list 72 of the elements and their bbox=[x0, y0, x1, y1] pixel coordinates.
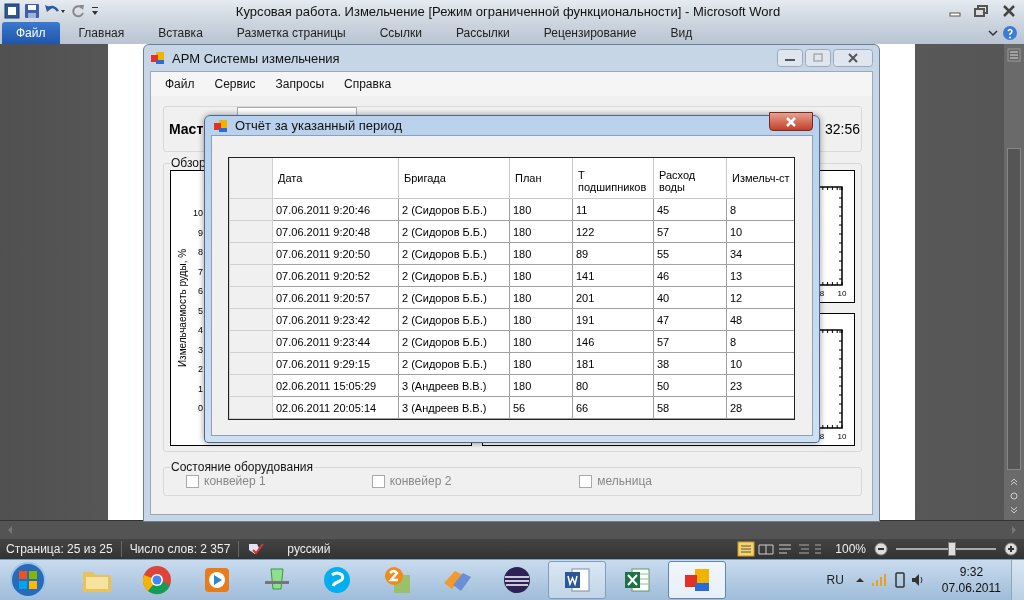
tick-label: 10 bbox=[193, 208, 203, 218]
table-cell: 57 bbox=[653, 220, 727, 243]
window-title: Курсовая работа. Измельчение [Режим ограниченной функциональности] - Microsoft Word bbox=[234, 3, 782, 19]
tick-label: 2 bbox=[198, 364, 203, 374]
table-cell: 56 bbox=[509, 396, 573, 419]
master-label: Маст bbox=[169, 121, 204, 137]
table-cell: 180 bbox=[509, 264, 573, 287]
tick-label: 0 bbox=[198, 403, 203, 413]
table-cell: 07.06.2011 9:29:15 bbox=[272, 352, 399, 375]
window-title: Отчёт за указанный период bbox=[235, 118, 403, 133]
table-cell: 58 bbox=[653, 396, 727, 419]
table-cell: 2 (Сидоров Б.Б.) bbox=[398, 286, 510, 309]
table-cell: 02.06.2011 15:05:29 bbox=[272, 374, 399, 397]
table-cell: 180 bbox=[509, 352, 573, 375]
axis-label: Измельчаемость руды, % bbox=[177, 248, 188, 368]
table-cell: 02.06.2011 20:05:14 bbox=[272, 396, 399, 419]
table-cell: 07.06.2011 9:20:57 bbox=[272, 286, 399, 309]
window-title: АРМ Системы измельчения bbox=[172, 50, 340, 66]
table-cell: 201 bbox=[572, 286, 654, 309]
table-cell: 180 bbox=[509, 286, 573, 309]
table-cell: 80 bbox=[572, 374, 654, 397]
tick-label: 5 bbox=[198, 305, 203, 316]
table-cell: 07.06.2011 9:23:42 bbox=[272, 308, 399, 331]
table-cell: 07.06.2011 9:20:46 bbox=[272, 198, 399, 221]
tick-label: 1 bbox=[198, 383, 203, 394]
table-cell: 2 (Сидоров Б.Б.) bbox=[398, 330, 510, 353]
table-cell: 40 bbox=[653, 286, 727, 309]
table-cell: 66 bbox=[572, 396, 654, 419]
table-cell: 180 bbox=[509, 242, 573, 265]
table-cell: 45 bbox=[653, 198, 727, 221]
table-cell: 180 bbox=[509, 308, 573, 331]
table-cell: 3 (Андреев В.В.) bbox=[398, 396, 510, 419]
table-cell: 57 bbox=[653, 330, 727, 353]
tick-label: 7 bbox=[198, 266, 203, 277]
table-cell: 181 bbox=[572, 352, 654, 375]
group-title: Состояние оборудования bbox=[170, 460, 314, 474]
tick-label: 6 bbox=[198, 286, 203, 296]
table-cell: 2 (Сидоров Б.Б.) bbox=[398, 352, 510, 375]
table-cell: 2 (Сидоров Б.Б.) bbox=[398, 308, 510, 331]
tick-label: 8 bbox=[819, 431, 825, 441]
table-cell: 07.06.2011 9:20:48 bbox=[272, 220, 399, 243]
table-cell: 11 bbox=[572, 198, 654, 221]
table-cell: 89 bbox=[572, 242, 654, 265]
tick-label: 9 bbox=[198, 227, 203, 238]
table-cell: 50 bbox=[653, 374, 727, 397]
table-cell: 07.06.2011 9:23:44 bbox=[272, 330, 399, 353]
table-cell: 2 (Сидоров Б.Б.) bbox=[398, 264, 510, 287]
clock-label: 32:56 bbox=[824, 121, 860, 137]
table-cell: 191 bbox=[572, 308, 654, 331]
table-cell: 55 bbox=[653, 242, 727, 265]
tick-label: 3 bbox=[198, 344, 203, 355]
table-cell: 07.06.2011 9:20:52 bbox=[272, 264, 399, 287]
tick-label: 8 bbox=[819, 288, 825, 298]
table-cell: 2 (Сидоров Б.Б.) bbox=[398, 198, 510, 221]
table-cell: 180 bbox=[509, 220, 573, 243]
table-cell: 122 bbox=[572, 220, 654, 243]
table-cell: 180 bbox=[509, 330, 573, 353]
tick-label: 10 bbox=[837, 431, 847, 441]
table-cell: 46 bbox=[653, 264, 727, 287]
table-cell: 2 (Сидоров Б.Б.) bbox=[398, 242, 510, 265]
table-cell: 180 bbox=[509, 374, 573, 397]
table-cell: 07.06.2011 9:20:50 bbox=[272, 242, 399, 265]
table-cell: 2 (Сидоров Б.Б.) bbox=[398, 220, 510, 243]
tick-label: 10 bbox=[837, 288, 847, 298]
table-cell: 38 bbox=[653, 352, 727, 375]
table-cell: 3 (Андреев В.В.) bbox=[398, 374, 510, 397]
tick-label: 8 bbox=[198, 247, 203, 257]
table-cell: 47 bbox=[653, 308, 727, 331]
table-cell: 141 bbox=[572, 264, 654, 287]
tick-label: 4 bbox=[198, 325, 203, 335]
table-cell: 180 bbox=[509, 198, 573, 221]
table-cell: 146 bbox=[572, 330, 654, 353]
